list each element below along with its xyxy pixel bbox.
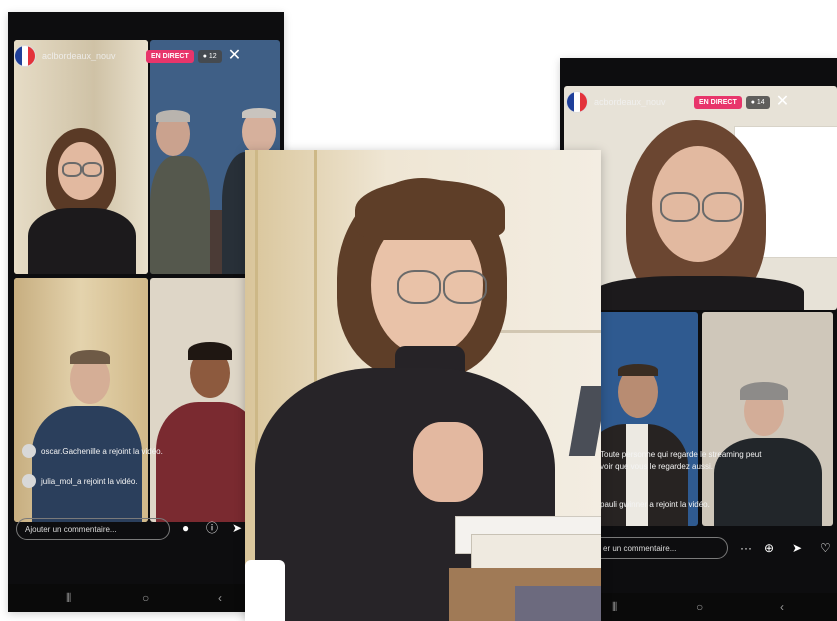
left-system-navbar: ⦀ ○ ‹ [8,584,284,612]
left-live-header: aclbordeaux_nouv EN DIRECT ● 12 ✕ [8,42,284,70]
left-phone-screenshot: aclbordeaux_nouv EN DIRECT ● 12 ✕ oscar.… [8,12,284,612]
glasses-icon [397,270,441,304]
comment-item: pauli gwinner a rejoint la vidéo. [600,500,710,509]
comment-item: Toute personne qui regarde le streaming … [600,450,762,459]
close-icon[interactable]: ✕ [228,48,241,64]
right-live-header: acbordeaux_nouv EN DIRECT ● 14 ✕ [560,88,837,116]
left-username: aclbordeaux_nouv [42,51,116,61]
back-nav-icon[interactable]: ‹ [218,591,222,605]
menu-nav-icon[interactable]: ⦀ [612,600,617,615]
send-icon[interactable]: ➤ [232,522,242,534]
heart-icon[interactable]: ♡ [820,542,831,554]
french-flag-avatar [566,91,588,113]
share-icon[interactable]: ● [182,522,189,534]
center-photo-young-woman [245,150,601,621]
more-icon[interactable]: ··· [740,542,752,554]
back-nav-icon[interactable]: ‹ [780,600,784,614]
live-badge: EN DIRECT [146,49,194,63]
right-system-navbar: ⦀ ○ ‹ [560,593,837,621]
help-icon[interactable]: ⓘ [206,522,218,534]
add-participant-icon[interactable]: ⊕ [764,542,774,554]
live-badge: EN DIRECT [694,95,742,109]
right-tile-young-woman [564,86,837,310]
send-icon[interactable]: ➤ [792,542,802,554]
viewer-count: ● 14 [745,95,770,109]
right-tile-grey-hair-person [702,312,833,526]
home-nav-icon[interactable]: ○ [142,591,149,605]
avatar [22,444,36,458]
menu-nav-icon[interactable]: ⦀ [66,591,71,606]
avatar [22,474,36,488]
home-nav-icon[interactable]: ○ [696,600,703,614]
clasped-hands [413,422,483,502]
close-icon[interactable]: ✕ [776,94,789,110]
comment-item: voir que vous le regardez aussi. [600,462,713,471]
french-flag-avatar [14,45,36,67]
right-username: acbordeaux_nouv [594,97,666,107]
viewer-count: ● 12 [197,49,222,63]
glasses-icon [62,162,82,177]
comment-input[interactable]: Ajouter un commentaire... [16,518,170,540]
comment-item: oscar.Gachenille a rejoint la vidéo. [22,444,163,458]
left-tile-young-woman [14,40,148,274]
glasses-icon [660,192,700,222]
right-phone-screenshot: acbordeaux_nouv EN DIRECT ● 14 ✕ Toute p… [560,58,837,621]
comment-item: julia_mol_a rejoint la vidéo. [22,474,138,488]
woman-sweater [28,208,136,274]
